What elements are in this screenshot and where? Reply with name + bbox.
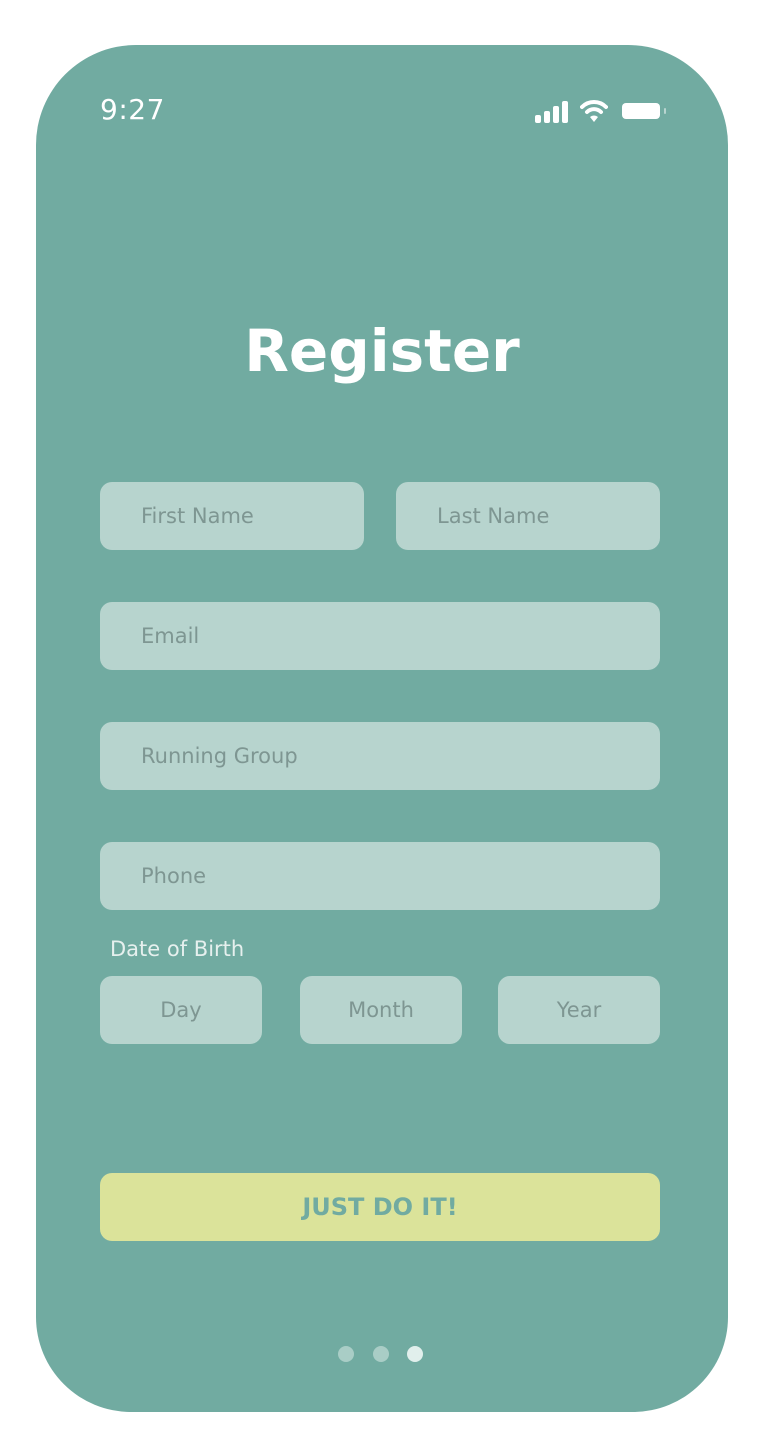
first-name-input[interactable] <box>100 482 364 550</box>
date-of-birth-label: Date of Birth <box>110 937 245 961</box>
dob-year-input[interactable] <box>498 976 660 1044</box>
dob-day-input[interactable] <box>100 976 262 1044</box>
page-dot-3-active[interactable] <box>407 1346 423 1362</box>
email-input[interactable] <box>100 602 660 670</box>
page-dot-2[interactable] <box>373 1346 389 1362</box>
submit-button[interactable]: JUST DO IT! <box>100 1173 660 1241</box>
wifi-icon <box>580 100 608 122</box>
page-dot-1[interactable] <box>338 1346 354 1362</box>
running-group-input[interactable] <box>100 722 660 790</box>
page-title: Register <box>244 317 520 385</box>
last-name-input[interactable] <box>396 482 660 550</box>
phone-screen: 9:27 Register Date of Birth JUST DO IT! <box>36 45 728 1412</box>
status-time: 9:27 <box>100 93 165 126</box>
cellular-signal-icon <box>535 101 568 123</box>
dob-month-input[interactable] <box>300 976 462 1044</box>
phone-input[interactable] <box>100 842 660 910</box>
battery-icon <box>622 103 666 119</box>
